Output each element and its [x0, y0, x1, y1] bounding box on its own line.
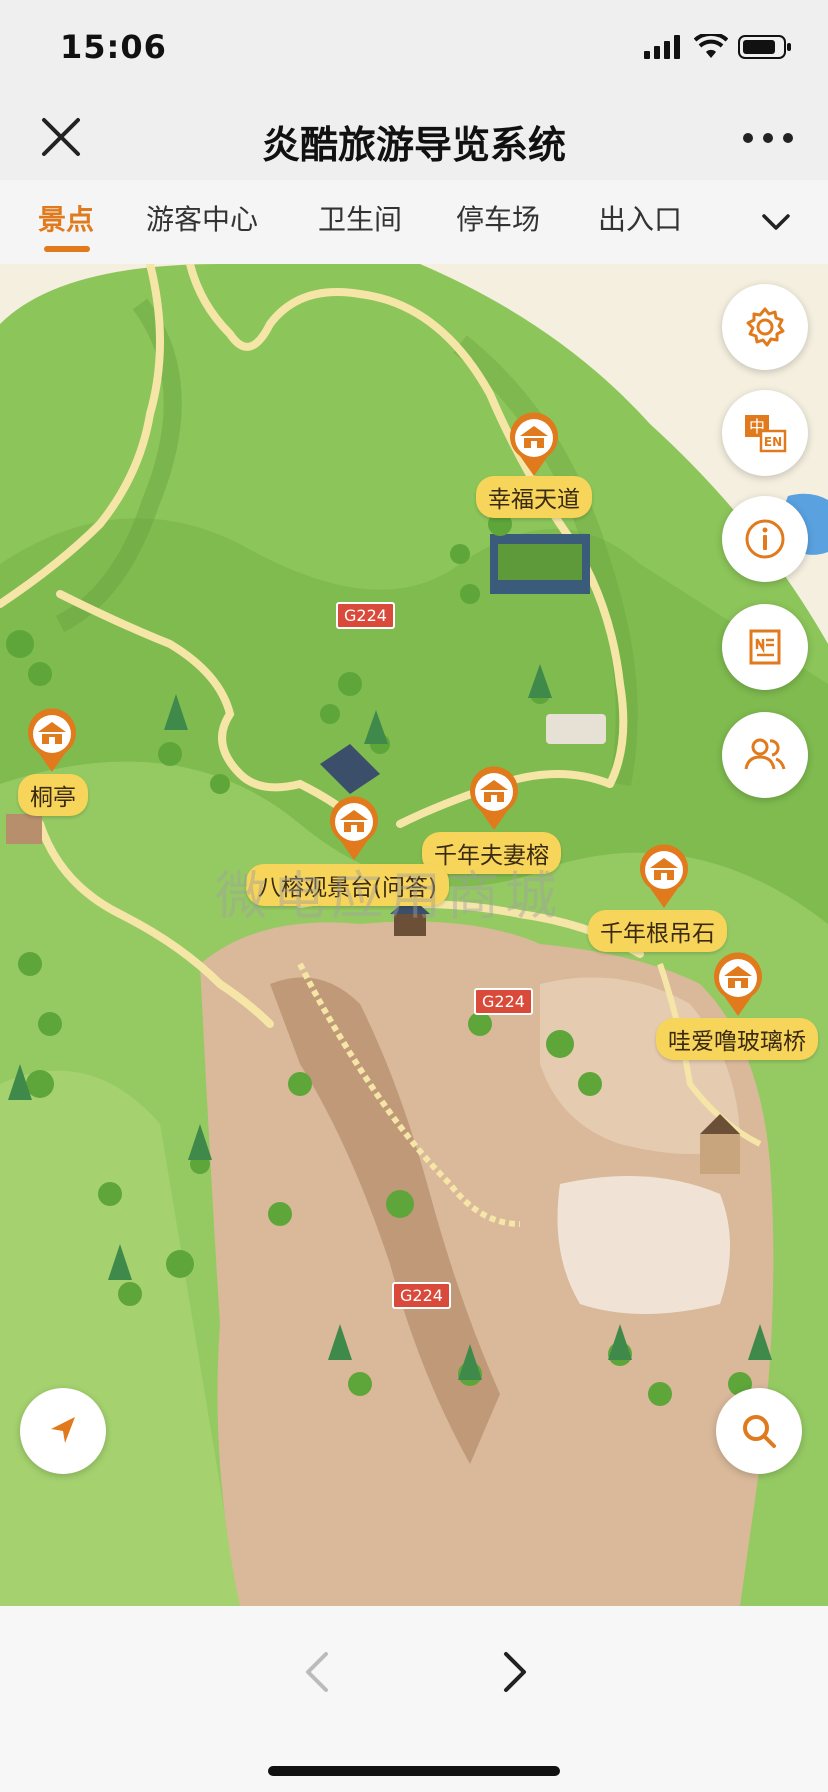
- chevron-down-icon[interactable]: [756, 202, 796, 242]
- tab-parking[interactable]: 停车场: [456, 198, 540, 238]
- poi-label: 幸福天道: [476, 476, 592, 518]
- status-icons: [644, 34, 792, 60]
- document-icon: [749, 629, 781, 665]
- scenic-map[interactable]: G224 G224 G224 幸福天道 桐亭 千年夫妻榕 八榕观景台(问答) 千…: [0, 264, 828, 1606]
- road-badge: G224: [336, 602, 395, 629]
- language-icon: 中 EN: [745, 415, 787, 453]
- page-title: 炎酷旅游导览系统: [261, 123, 566, 167]
- home-indicator: [268, 1766, 560, 1776]
- back-arrow-icon[interactable]: [292, 1642, 342, 1702]
- users-button[interactable]: [722, 712, 808, 798]
- pavilion-pin-icon: [28, 708, 77, 772]
- notes-button[interactable]: [722, 604, 808, 690]
- info-icon: [745, 519, 785, 559]
- gear-icon: [746, 307, 785, 347]
- watermark: 微电应用商城: [215, 867, 564, 927]
- location-arrow-icon: [51, 1417, 75, 1443]
- category-tabs: 景点 游客中心 卫生间 停车场 出入口: [0, 180, 828, 264]
- nav-bar: 炎酷旅游导览系统: [0, 100, 828, 180]
- status-time: 15:06: [60, 28, 167, 66]
- tab-scenic-spots[interactable]: 景点: [38, 198, 94, 238]
- road-badge: G224: [474, 988, 533, 1015]
- poi-label: 哇爱噜玻璃桥: [656, 1018, 818, 1060]
- pavilion-pin-icon: [510, 412, 558, 476]
- tab-restroom[interactable]: 卫生间: [318, 198, 402, 238]
- settings-button[interactable]: [722, 284, 808, 370]
- language-button[interactable]: 中 EN: [722, 390, 808, 476]
- info-button[interactable]: [722, 496, 808, 582]
- language-en: EN: [764, 435, 782, 449]
- battery-icon: [738, 35, 791, 59]
- pavilion-pin-icon: [330, 796, 378, 860]
- search-button[interactable]: [716, 1388, 802, 1474]
- status-bar: 15:06: [0, 0, 828, 100]
- locate-button[interactable]: [20, 1388, 106, 1474]
- bottom-bar: [0, 1606, 828, 1792]
- search-icon: [743, 1415, 776, 1448]
- pavilion-pin-icon: [714, 952, 762, 1016]
- tab-entrance[interactable]: 出入口: [598, 198, 682, 238]
- pavilion-pin-icon: [470, 766, 518, 830]
- road-badge: G224: [392, 1282, 451, 1309]
- wifi-icon: [694, 34, 728, 58]
- pavilion-pin-icon: [640, 844, 688, 908]
- poi-label: 桐亭: [18, 774, 88, 816]
- users-icon: [744, 738, 786, 770]
- signal-icon: [644, 35, 680, 59]
- forward-arrow-icon[interactable]: [490, 1642, 540, 1702]
- active-tab-indicator: [44, 246, 90, 252]
- poi-label: 千年根吊石: [588, 910, 727, 952]
- more-icon[interactable]: [738, 118, 798, 158]
- tab-visitor-center[interactable]: 游客中心: [146, 198, 258, 238]
